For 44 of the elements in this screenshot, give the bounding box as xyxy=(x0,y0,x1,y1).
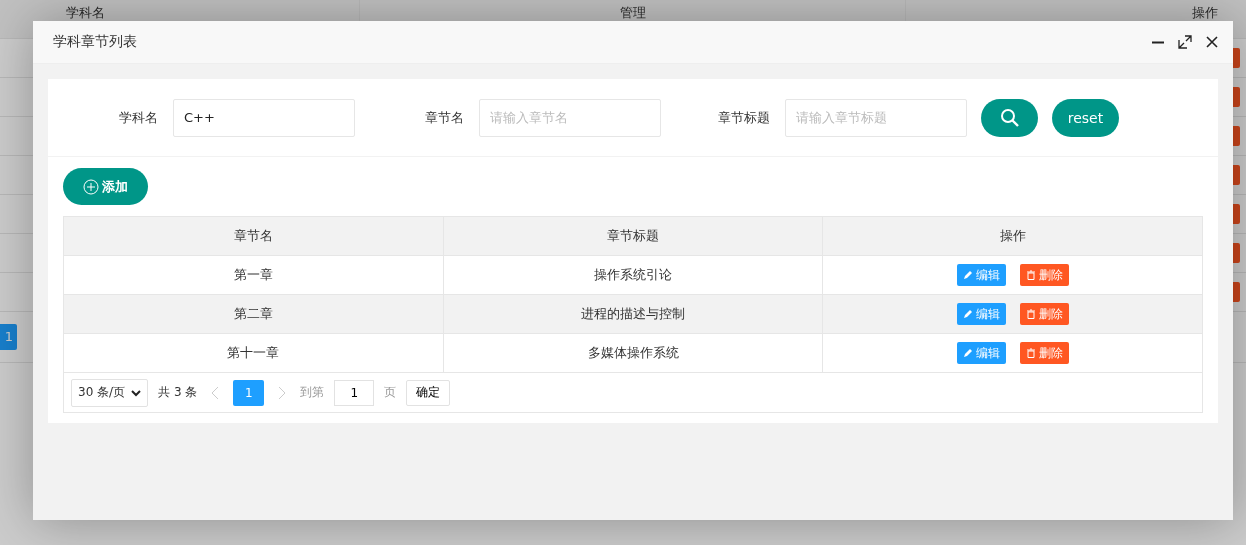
edit-button[interactable]: 编辑 xyxy=(956,303,1006,325)
plus-icon xyxy=(83,178,99,195)
table-cell: 进程的描述与控制 xyxy=(443,295,824,333)
page-button[interactable]: 1 xyxy=(233,379,265,406)
page-unit: 页 xyxy=(384,384,397,401)
trash-icon xyxy=(1025,309,1036,319)
pencil-icon xyxy=(962,270,973,280)
input-field[interactable]: 请输入章节标题 xyxy=(785,98,967,137)
input-field[interactable]: C++ xyxy=(173,98,355,137)
reset-button[interactable]: reset xyxy=(1052,98,1119,137)
table-cell: 第十一章 xyxy=(64,334,444,372)
confirm-button[interactable]: 确定 xyxy=(406,379,451,406)
maximize-icon[interactable] xyxy=(1178,35,1192,49)
column-header: 操作 xyxy=(1191,4,1219,22)
trash-icon xyxy=(1025,348,1036,358)
edit-button[interactable]: 编辑 xyxy=(956,264,1006,286)
goto-label: 到第 xyxy=(300,384,325,401)
close-icon[interactable] xyxy=(1205,35,1219,49)
chevron-down-icon xyxy=(131,388,142,397)
page-button[interactable]: 1 xyxy=(0,324,17,350)
column-header: 章节名 xyxy=(64,217,444,255)
field-label: 章节名 xyxy=(424,108,465,127)
page-input[interactable]: 1 xyxy=(334,379,375,406)
trash-icon xyxy=(1025,270,1036,280)
add-button[interactable]: 添加 xyxy=(63,168,148,205)
table-cell: 多媒体操作系统 xyxy=(443,334,824,372)
search-button[interactable] xyxy=(981,98,1038,137)
column-header: 章节标题 xyxy=(443,217,824,255)
page-size-select[interactable]: 30 条/页 xyxy=(71,378,149,407)
table-cell: 操作系统引论 xyxy=(443,256,824,294)
input-field[interactable]: 请输入章节名 xyxy=(479,98,661,137)
pencil-icon xyxy=(962,309,973,319)
pencil-icon xyxy=(962,348,973,358)
total-count: 共 3 条 xyxy=(158,384,198,401)
column-header: 操作 xyxy=(998,227,1027,245)
edit-button[interactable]: 编辑 xyxy=(956,342,1006,364)
table-cell: 第一章 xyxy=(64,256,444,294)
field-label: 章节标题 xyxy=(717,108,771,127)
delete-button[interactable]: 删除 xyxy=(1019,303,1069,325)
field-label: 学科名 xyxy=(118,108,159,127)
delete-button[interactable]: 删除 xyxy=(1019,342,1069,364)
table-cell: 第二章 xyxy=(64,295,444,333)
search-icon xyxy=(999,107,1020,128)
delete-button[interactable]: 删除 xyxy=(1019,264,1069,286)
